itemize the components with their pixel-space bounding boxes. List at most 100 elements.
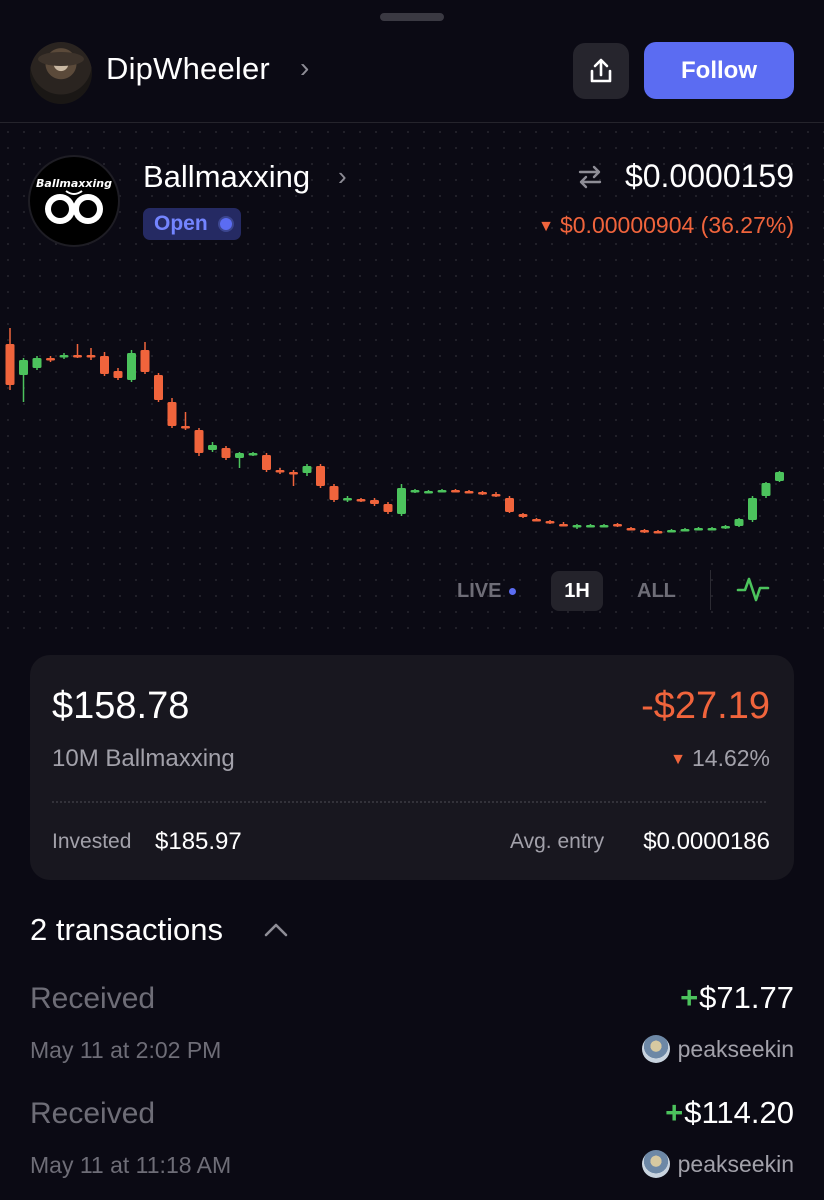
candle-body[interactable]	[289, 472, 298, 475]
candle-body[interactable]	[383, 504, 393, 512]
invested-value: $185.97	[155, 828, 242, 855]
candle-body[interactable]	[694, 528, 703, 531]
candle-body[interactable]	[707, 528, 717, 531]
user-avatar[interactable]	[30, 42, 92, 104]
position-amount: 10M Ballmaxxing	[52, 745, 235, 772]
price-change-text: $0.00000904 (36.27%)	[559, 212, 794, 238]
divider	[710, 570, 711, 610]
candle-body[interactable]	[73, 355, 82, 358]
candle-body[interactable]	[734, 519, 744, 526]
candle-body[interactable]	[410, 490, 420, 493]
candle-body[interactable]	[437, 490, 447, 493]
candle-body[interactable]	[545, 521, 555, 524]
candle-body[interactable]	[464, 491, 474, 494]
candle-body[interactable]	[653, 531, 663, 534]
candle-body[interactable]	[505, 498, 514, 512]
candle-body[interactable]	[721, 526, 730, 529]
user-avatar	[641, 1035, 670, 1063]
chevron-right-icon[interactable]: ›	[338, 161, 347, 192]
candle-body[interactable]	[221, 448, 231, 458]
candle-body[interactable]	[316, 466, 325, 486]
candle-body[interactable]	[532, 519, 541, 522]
candle-body[interactable]	[572, 525, 582, 528]
token-logo-text: Ballmaxxing	[36, 177, 112, 190]
candle-body[interactable]	[626, 528, 636, 531]
candle-body[interactable]	[46, 358, 55, 361]
candle-body[interactable]	[329, 486, 339, 500]
candle-body[interactable]	[275, 470, 285, 473]
candle-body[interactable]	[491, 494, 501, 497]
down-triangle-icon: ▼	[670, 751, 686, 768]
chevron-right-icon[interactable]: ›	[300, 52, 309, 84]
token-price: $0.0000159	[624, 158, 794, 194]
candle-body[interactable]	[32, 358, 42, 368]
timeframe-live-button[interactable]: LIVE	[457, 571, 517, 611]
candle-body[interactable]	[154, 375, 163, 400]
candle-body[interactable]	[5, 344, 15, 385]
candle-body[interactable]	[370, 500, 379, 504]
token-logo[interactable]: Ballmaxxing	[28, 155, 120, 247]
transaction-user[interactable]: peakseekin	[641, 1150, 794, 1178]
candle-body[interactable]	[680, 529, 690, 532]
candle-body[interactable]	[424, 491, 433, 494]
candle-body[interactable]	[100, 356, 109, 374]
dotted-divider	[52, 801, 766, 803]
username[interactable]: DipWheeler	[106, 51, 270, 87]
transaction-time: May 11 at 11:18 AM	[30, 1152, 232, 1178]
candle-body[interactable]	[59, 355, 69, 358]
position-value: $158.78	[52, 685, 190, 727]
candle-body[interactable]	[478, 492, 487, 495]
transaction-type: Received	[30, 982, 156, 1015]
transactions-header[interactable]: 2 transactions	[30, 912, 223, 948]
candle-body[interactable]	[586, 525, 595, 528]
token-name[interactable]: Ballmaxxing	[143, 159, 310, 195]
candle-body[interactable]	[208, 445, 217, 450]
down-triangle-icon: ▼	[538, 218, 554, 235]
candle-body[interactable]	[559, 524, 568, 527]
price-chart[interactable]	[0, 290, 824, 550]
follow-button[interactable]: Follow	[644, 42, 794, 99]
transaction-amount: +$71.77	[680, 980, 794, 1016]
live-dot-icon	[509, 587, 517, 595]
candle-body[interactable]	[775, 472, 784, 481]
status-label: Open	[154, 212, 208, 235]
chevron-up-icon[interactable]	[263, 920, 289, 940]
candle-body[interactable]	[262, 455, 271, 470]
candle-body[interactable]	[667, 530, 676, 533]
candle-body[interactable]	[356, 499, 366, 502]
avg-entry-label: Avg. entry	[510, 830, 605, 853]
pulse-chart-icon[interactable]	[736, 574, 770, 604]
candle-body[interactable]	[19, 360, 28, 375]
transaction-time: May 11 at 2:02 PM	[30, 1037, 222, 1063]
candle-body[interactable]	[248, 453, 258, 456]
transaction-type: Received	[30, 1097, 156, 1130]
transaction-user[interactable]: peakseekin	[641, 1035, 794, 1063]
candle-body[interactable]	[140, 350, 150, 372]
candle-body[interactable]	[343, 498, 352, 501]
candle-body[interactable]	[640, 530, 649, 533]
position-card[interactable]: $158.78 -$27.19 10M Ballmaxxing ▼ 14.62% …	[30, 655, 794, 880]
avg-entry-value: $0.0000186	[643, 828, 770, 855]
transaction-user-name: peakseekin	[677, 1150, 794, 1177]
swap-arrows-icon[interactable]	[576, 163, 604, 191]
candle-body[interactable]	[194, 430, 204, 453]
candle-body[interactable]	[167, 402, 177, 426]
share-button[interactable]	[573, 43, 629, 99]
candle-body[interactable]	[613, 524, 622, 527]
candle-body[interactable]	[113, 371, 123, 378]
candle-body[interactable]	[451, 490, 460, 493]
candle-body[interactable]	[518, 514, 528, 517]
timeframe-1h-button[interactable]: 1H	[551, 571, 603, 611]
candle-body[interactable]	[748, 498, 757, 520]
candle-body[interactable]	[86, 355, 96, 358]
candle-body[interactable]	[761, 483, 771, 496]
candle-body[interactable]	[235, 453, 244, 458]
candle-body[interactable]	[302, 466, 312, 473]
candle-body[interactable]	[397, 488, 406, 514]
candle-body[interactable]	[599, 525, 609, 528]
candle-body[interactable]	[181, 426, 190, 429]
user-avatar	[641, 1150, 670, 1178]
price-change: ▼ $0.00000904 (36.27%)	[538, 212, 794, 239]
timeframe-all-button[interactable]: ALL	[637, 571, 676, 611]
candle-body[interactable]	[127, 353, 136, 380]
